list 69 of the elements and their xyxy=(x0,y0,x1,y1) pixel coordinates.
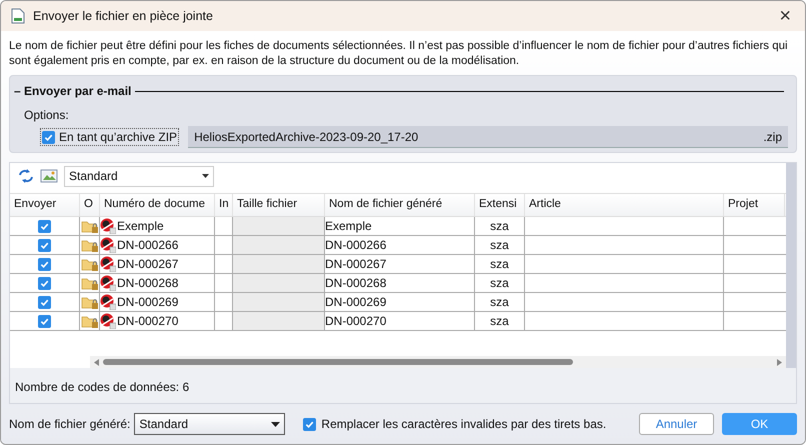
description-text: Le nom de fichier peut être défini pour les fiches de documents sélectionnées. Il n’est pas possible d’influencer le nom de fichier pour d’autres fichiers qui sont également pris en compte, par ex. en raison de la structure du document ou de la modélisation. xyxy=(9,39,789,69)
document-icon xyxy=(100,237,116,253)
table-cell-text: DN-000266 xyxy=(117,237,178,254)
scroll-right-icon[interactable] xyxy=(777,358,782,366)
column-header[interactable]: O xyxy=(80,194,100,216)
locked-folder-icon xyxy=(80,256,98,272)
table-cell-text: sza xyxy=(490,294,509,311)
dropdown-caret-icon xyxy=(271,422,280,426)
window-title: Envoyer le fichier en pièce jointe xyxy=(33,8,213,25)
replace-checkbox[interactable] xyxy=(303,418,316,430)
dropdown-caret-icon xyxy=(202,174,209,178)
table-cell-text: DN-000269 xyxy=(325,294,386,311)
archive-extension: .zip xyxy=(763,128,782,146)
document-icon xyxy=(100,313,116,329)
column-header[interactable]: Projet xyxy=(724,194,785,216)
generated-name-label: Nom de fichier généré: xyxy=(9,416,130,433)
table-cell-text: sza xyxy=(490,313,509,330)
table-cell-text: DN-000270 xyxy=(325,313,386,330)
scroll-left-icon[interactable] xyxy=(94,358,99,366)
locked-folder-icon xyxy=(80,218,98,234)
column-header[interactable]: Numéro de docume xyxy=(100,194,215,216)
locked-folder-icon xyxy=(80,276,98,290)
table-cell-text: DN-000268 xyxy=(325,275,386,292)
send-checkbox[interactable] xyxy=(38,296,51,308)
table-cell-text: sza xyxy=(490,237,509,254)
document-icon xyxy=(11,8,25,24)
table-cell-text: DN-000268 xyxy=(117,275,178,292)
close-button[interactable]: × xyxy=(775,6,795,26)
locked-folder-icon xyxy=(80,314,98,328)
archive-name-value: HeliosExportedArchive-2023-09-20_17-20 xyxy=(194,128,418,146)
document-icon xyxy=(100,294,116,310)
column-header[interactable]: Article xyxy=(525,194,724,216)
archive-name-field[interactable]: HeliosExportedArchive-2023-09-20_17-20 .zip xyxy=(188,126,788,148)
table-cell-text: DN-000266 xyxy=(325,237,386,254)
table-cell-text: DN-000270 xyxy=(117,313,178,330)
table-cell-text: DN-000269 xyxy=(117,294,178,311)
column-header[interactable]: Extensi xyxy=(475,194,525,216)
send-checkbox[interactable] xyxy=(38,220,51,232)
horizontal-scrollbar[interactable] xyxy=(90,356,786,368)
group-legend: – Envoyer par e-mail xyxy=(14,82,132,100)
replace-checkbox-label: Remplacer les caractères invalides par des tirets bas. xyxy=(321,416,606,433)
document-icon xyxy=(100,275,116,291)
table-cell-text: DN-000267 xyxy=(325,256,386,273)
cancel-button[interactable]: Annuler xyxy=(639,413,714,435)
table-cell-text: Exemple xyxy=(325,218,372,235)
table-cell-text: sza xyxy=(490,275,509,292)
send-checkbox[interactable] xyxy=(38,258,51,270)
refresh-icon[interactable] xyxy=(18,169,34,183)
record-count-text: Nombre de codes de données: 6 xyxy=(15,379,190,396)
column-header[interactable]: In xyxy=(215,194,233,216)
view-select[interactable]: Standard xyxy=(64,166,214,186)
zip-checkbox[interactable] xyxy=(42,130,55,144)
column-header[interactable]: Nom de fichier généré xyxy=(325,194,475,216)
image-settings-icon[interactable] xyxy=(40,168,58,184)
send-checkbox[interactable] xyxy=(38,238,51,252)
document-icon xyxy=(100,256,116,272)
table-cell-text: Exemple xyxy=(117,218,164,235)
column-header[interactable]: Taille fichier xyxy=(233,194,325,216)
send-checkbox[interactable] xyxy=(38,276,51,290)
generated-name-select[interactable]: Standard xyxy=(134,413,286,435)
table-cell-text: sza xyxy=(490,256,509,273)
table-cell-text: DN-000267 xyxy=(117,256,178,273)
options-label: Options: xyxy=(24,107,69,124)
send-checkbox[interactable] xyxy=(38,314,51,328)
locked-folder-icon xyxy=(80,238,98,252)
column-header[interactable]: Envoyer xyxy=(10,194,80,216)
table-cell-text: sza xyxy=(490,218,509,235)
locked-folder-icon xyxy=(80,294,98,310)
zip-checkbox-label: En tant qu’archive ZIP xyxy=(59,129,178,146)
